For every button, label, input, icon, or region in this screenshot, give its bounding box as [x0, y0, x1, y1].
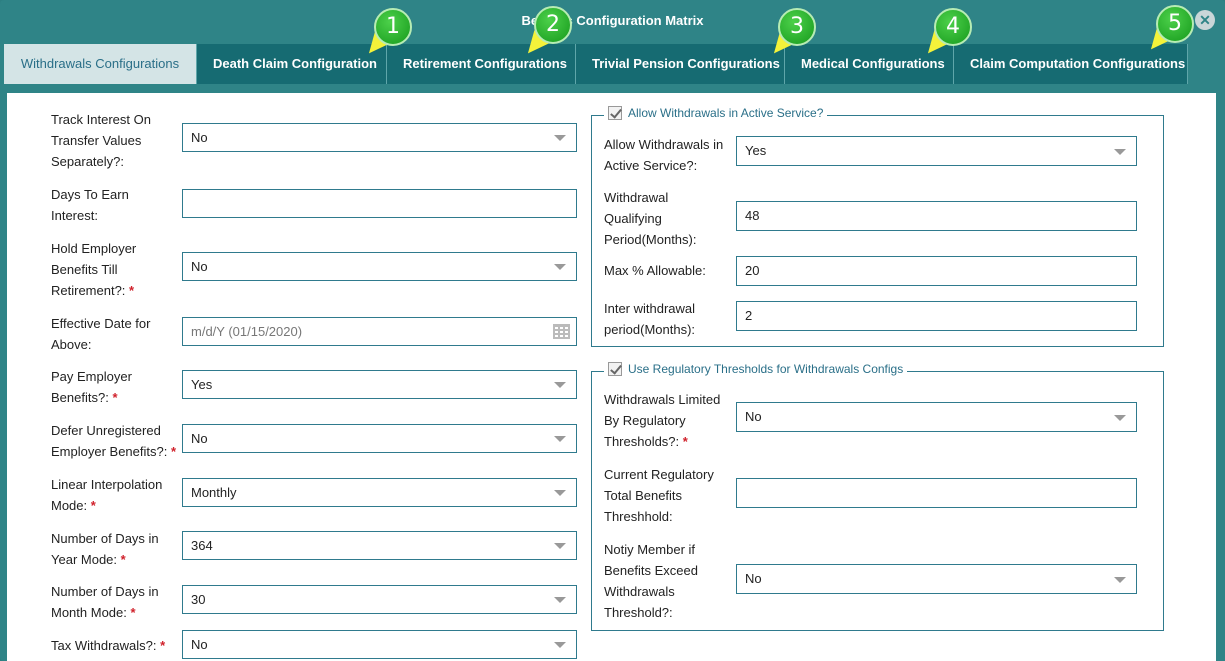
window-title: Benefits Configuration Matrix — [521, 13, 704, 28]
notify-value: No — [745, 571, 762, 586]
active-service-checkbox[interactable] — [608, 106, 622, 120]
chevron-down-icon — [554, 382, 566, 388]
required-marker: * — [129, 283, 135, 298]
callout-badge-4: 4 — [934, 8, 972, 46]
regulatory-legend[interactable]: Use Regulatory Thresholds for Withdrawal… — [604, 362, 908, 376]
tab-withdrawals[interactable]: Withdrawals Configurations — [4, 44, 197, 84]
benefits-config-window: Benefits Configuration Matrix ✕ Withdraw… — [0, 0, 1225, 661]
tax-withdrawals-label: Tax Withdrawals?: * — [51, 635, 179, 656]
qualifying-period-label: Withdrawal Qualifying Period(Months): — [604, 190, 697, 247]
pay-employer-label-text: Pay Employer Benefits?: — [51, 369, 132, 405]
effective-date-placeholder: m/d/Y (01/15/2020) — [191, 324, 303, 339]
tab-trivial-pension[interactable]: Trivial Pension Configurations — [576, 44, 785, 84]
inter-period-label: Inter withdrawal period(Months): — [604, 301, 696, 337]
track-interest-value: No — [191, 130, 208, 145]
hold-employer-label-text: Hold Employer Benefits Till Retirement?: — [51, 241, 137, 298]
limited-label: Withdrawals Limited By Regulatory Thresh… — [604, 389, 729, 452]
current-threshold-label: Current Regulatory Total Benefits Thresh… — [604, 467, 714, 524]
active-service-legend-text: Allow Withdrawals in Active Service? — [628, 106, 824, 120]
required-marker: * — [170, 444, 177, 459]
days-in-month-value: 30 — [191, 592, 206, 607]
chevron-down-icon — [554, 490, 566, 496]
linear-interp-label-text: Linear Interpolation Mode: — [51, 477, 163, 513]
pay-employer-value: Yes — [191, 377, 213, 392]
allow-withdrawals-label: Allow Withdrawals in Active Service?: — [604, 137, 724, 173]
days-in-year-label: Number of Days in Year Mode: * — [51, 528, 179, 570]
inter-period-input[interactable]: 2 — [736, 301, 1137, 331]
regulatory-group: Use Regulatory Thresholds for Withdrawal… — [591, 362, 1164, 631]
defer-unregistered-label-text: Defer Unregistered Employer Benefits?: — [51, 423, 168, 459]
defer-unregistered-value: No — [191, 431, 208, 446]
chevron-down-icon — [1114, 577, 1126, 583]
regulatory-checkbox[interactable] — [608, 362, 622, 376]
notify-select[interactable]: No — [736, 564, 1137, 594]
active-service-group: Allow Withdrawals in Active Service? All… — [591, 106, 1164, 347]
required-marker: * — [160, 638, 166, 653]
linear-interp-label: Linear Interpolation Mode: * — [51, 474, 179, 516]
tax-withdrawals-select[interactable]: No — [182, 630, 577, 659]
hold-employer-label: Hold Employer Benefits Till Retirement?:… — [51, 238, 179, 301]
chevron-down-icon — [554, 264, 566, 270]
pay-employer-label: Pay Employer Benefits?: * — [51, 366, 179, 408]
active-service-legend[interactable]: Allow Withdrawals in Active Service? — [604, 106, 828, 120]
max-pct-label: Max % Allowable: — [604, 263, 706, 278]
days-in-month-label: Number of Days in Month Mode: * — [51, 581, 179, 623]
withdrawals-form: Track Interest On Transfer Values Separa… — [7, 93, 1216, 661]
pay-employer-select[interactable]: Yes — [182, 370, 577, 399]
regulatory-legend-text: Use Regulatory Thresholds for Withdrawal… — [628, 362, 904, 376]
track-interest-select[interactable]: No — [182, 123, 577, 152]
required-marker: * — [130, 605, 136, 620]
tax-withdrawals-value: No — [191, 637, 208, 652]
callout-badge-1: 1 — [374, 8, 412, 46]
days-in-month-label-text: Number of Days in Month Mode: — [51, 584, 159, 620]
days-in-year-value: 364 — [191, 538, 213, 553]
days-to-earn-label: Days To Earn Interest: — [51, 187, 129, 223]
effective-date-label: Effective Date for Above: — [51, 316, 151, 352]
defer-unregistered-label: Defer Unregistered Employer Benefits?: * — [51, 420, 186, 462]
notify-label: Notiy Member if Benefits Exceed Withdraw… — [604, 542, 698, 620]
close-icon[interactable]: ✕ — [1195, 10, 1215, 30]
allow-withdrawals-value: Yes — [745, 143, 767, 158]
current-threshold-input[interactable] — [736, 478, 1137, 508]
limited-label-text: Withdrawals Limited By Regulatory Thresh… — [604, 392, 721, 449]
callout-badge-3: 3 — [778, 8, 816, 46]
hold-employer-value: No — [191, 259, 208, 274]
chevron-down-icon — [554, 543, 566, 549]
track-interest-label: Track Interest On Transfer Values Separa… — [51, 112, 151, 169]
calendar-icon[interactable] — [553, 324, 570, 339]
chevron-down-icon — [554, 597, 566, 603]
required-marker: * — [682, 434, 688, 449]
limited-select[interactable]: No — [736, 402, 1137, 432]
qualifying-period-input[interactable]: 48 — [736, 201, 1137, 231]
linear-interp-select[interactable]: Monthly — [182, 478, 577, 507]
required-marker: * — [112, 390, 118, 405]
chevron-down-icon — [554, 642, 566, 648]
required-marker: * — [120, 552, 126, 567]
hold-employer-select[interactable]: No — [182, 252, 577, 281]
tab-retirement[interactable]: Retirement Configurations — [387, 44, 576, 84]
callout-badge-5: 5 — [1156, 5, 1194, 43]
linear-interp-value: Monthly — [191, 485, 237, 500]
limited-value: No — [745, 409, 762, 424]
chevron-down-icon — [554, 436, 566, 442]
days-in-month-select[interactable]: 30 — [182, 585, 577, 614]
max-pct-input[interactable]: 20 — [736, 256, 1137, 286]
effective-date-input[interactable]: m/d/Y (01/15/2020) — [182, 317, 577, 346]
days-to-earn-input[interactable] — [182, 189, 577, 218]
days-in-year-select[interactable]: 364 — [182, 531, 577, 560]
defer-unregistered-select[interactable]: No — [182, 424, 577, 453]
config-tabs: Withdrawals Configurations Death Claim C… — [4, 44, 1188, 84]
chevron-down-icon — [1114, 149, 1126, 155]
days-in-year-label-text: Number of Days in Year Mode: — [51, 531, 159, 567]
callout-badge-2: 2 — [534, 6, 572, 44]
scrollbar[interactable] — [1216, 90, 1225, 661]
tax-withdrawals-label-text: Tax Withdrawals?: — [51, 638, 157, 653]
chevron-down-icon — [1114, 415, 1126, 421]
tab-death-claim[interactable]: Death Claim Configuration — [197, 44, 387, 84]
allow-withdrawals-select[interactable]: Yes — [736, 136, 1137, 166]
required-marker: * — [90, 498, 96, 513]
chevron-down-icon — [554, 135, 566, 141]
